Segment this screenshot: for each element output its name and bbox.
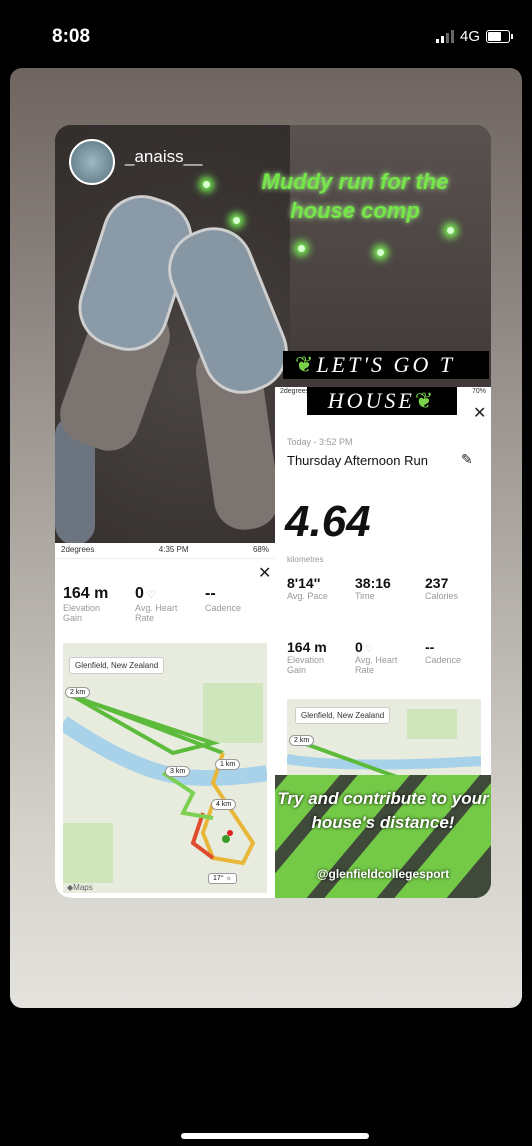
weather-label: 17° ☼ (208, 873, 237, 884)
km-marker: 3 km (165, 766, 191, 777)
avatar[interactable] (69, 139, 115, 185)
activity-card-left: 2degrees 4:35 PM 68% ✕ 164 m Elevation G… (55, 543, 275, 898)
distance-unit: kilometres (287, 555, 324, 564)
leaf-icon: ❦ (295, 352, 317, 377)
network-label: 4G (459, 28, 480, 45)
glow-dot (233, 217, 240, 224)
status-bar: 8:08 4G (0, 0, 532, 70)
route-map[interactable]: Glenfield, New Zealand 2 km (287, 699, 481, 777)
close-icon[interactable]: ✕ (473, 403, 486, 423)
heart-icon: ♡ (143, 590, 156, 601)
close-icon[interactable]: ✕ (258, 563, 271, 583)
stat-calories: 237 Calories (425, 575, 459, 601)
sun-icon: ☼ (225, 875, 232, 882)
maps-label: ◆Maps (67, 883, 93, 892)
heart-icon: ♡ (362, 644, 374, 654)
battery-icon (486, 30, 513, 43)
shoe-right (156, 215, 300, 406)
glow-dot (377, 249, 384, 256)
map-location-label: Glenfield, New Zealand (69, 657, 165, 674)
stat-pace: 8'14'' Avg. Pace (287, 575, 328, 601)
leaf-icon: ❦ (414, 388, 437, 413)
home-indicator[interactable] (181, 1133, 369, 1139)
map-location-label: Glenfield, New Zealand (295, 707, 391, 724)
distance-value: 4.64 (285, 497, 371, 546)
edit-icon[interactable]: ✎ (461, 451, 473, 468)
promo-box: Try and contribute to your house's dista… (275, 775, 491, 898)
status-indicators: 4G (435, 28, 513, 45)
story-caption: Muddy run for the house comp (261, 169, 449, 223)
stat-time: 38:16 Time (355, 575, 391, 601)
status-time: 8:08 (52, 26, 91, 47)
signal-icon (435, 30, 454, 43)
stat-cadence: -- Cadence (425, 639, 462, 665)
stat-heart-rate: 0 ♡ Avg. Heart Rate (135, 585, 178, 623)
promo-text: Try and contribute to your house's dista… (277, 789, 489, 832)
story-image[interactable]: _anaiss__ Muddy run for the house comp 2… (55, 125, 491, 898)
stat-elevation: 164 m Elevation Gain (63, 585, 109, 623)
promo-handle[interactable]: @glenfieldcollegesport (275, 867, 491, 881)
km-marker: 2 km (289, 735, 315, 746)
stat-heart-rate: 0 ♡ Avg. Heart Rate (355, 639, 398, 675)
km-marker: 4 km (211, 799, 237, 810)
glow-dot (298, 245, 305, 252)
stat-elevation: 164 m Elevation Gain (287, 639, 327, 675)
km-marker: 1 km (215, 759, 241, 770)
banner-house: HOUSE❦ (307, 387, 457, 415)
activity-date: Today - 3:52 PM (287, 437, 353, 447)
glow-dot (447, 227, 454, 234)
route-map[interactable]: Glenfield, New Zealand 2 km 3 km 1 km 4 … (63, 643, 267, 893)
activity-card-right: 2degrees 70% ✕ Today - 3:52 PM Thursday … (275, 387, 491, 777)
km-marker: 2 km (65, 687, 91, 698)
activity-title: Thursday Afternoon Run (287, 453, 428, 468)
mini-status-bar: 2degrees 4:35 PM 68% (55, 543, 275, 559)
banner-lets-go: ❦LET'S GO T (283, 351, 489, 379)
username[interactable]: _anaiss__ (125, 147, 203, 167)
glow-dot (203, 181, 210, 188)
stat-cadence: -- Cadence (205, 585, 242, 613)
